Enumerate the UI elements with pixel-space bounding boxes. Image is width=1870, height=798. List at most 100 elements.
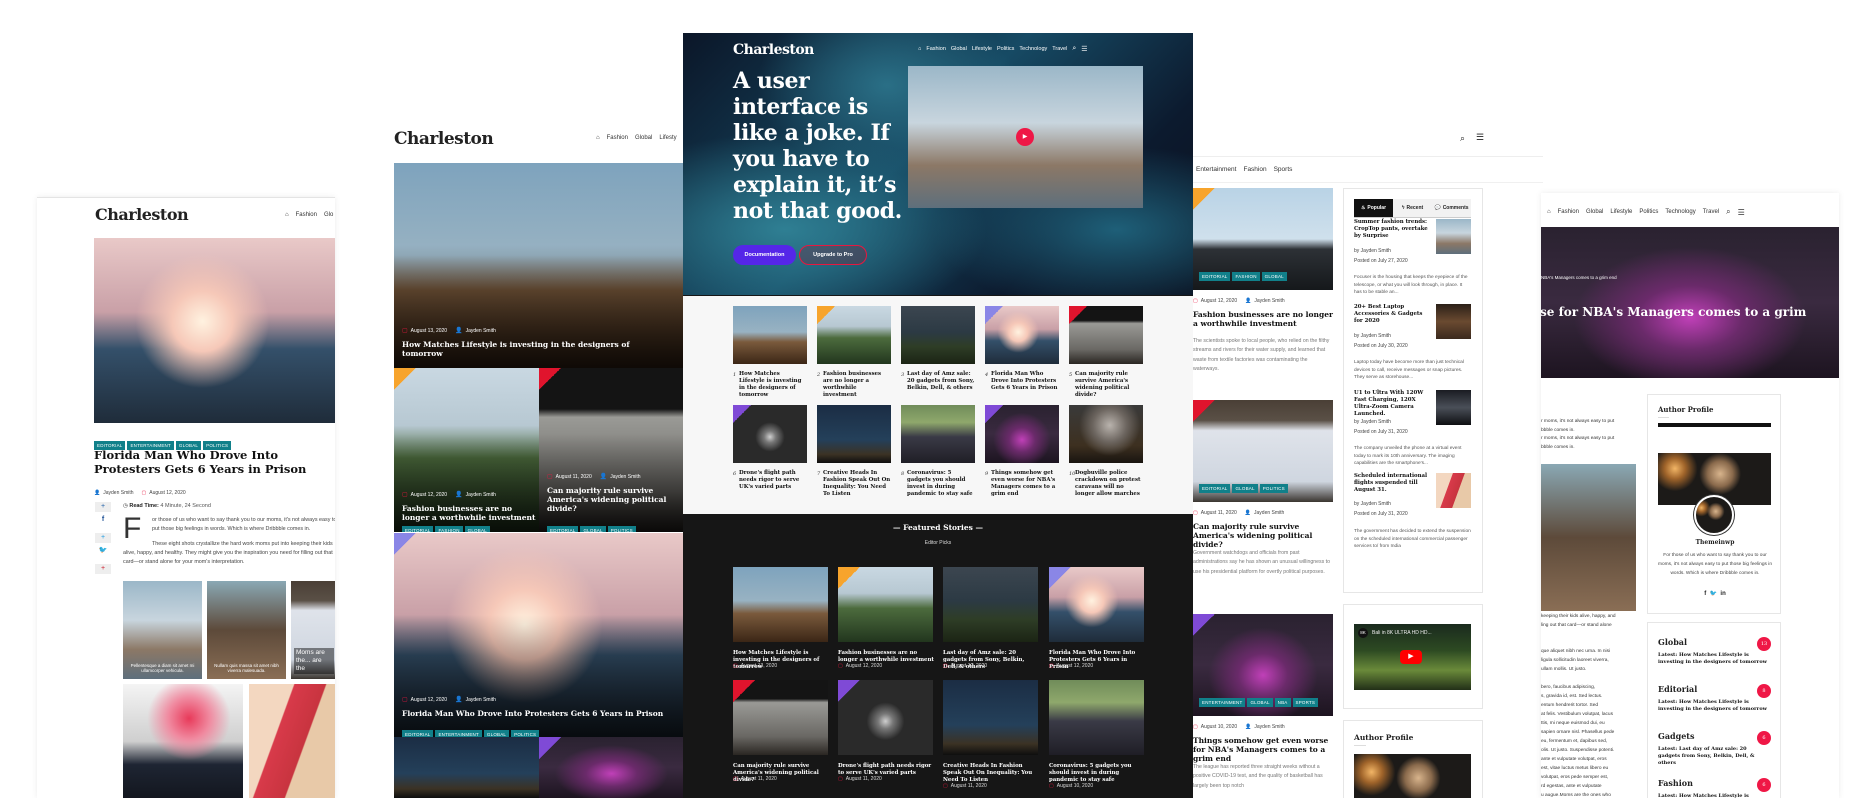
tag[interactable]: Global — [483, 730, 510, 737]
post-title[interactable]: Can majority rule survive America's wide… — [1193, 522, 1338, 549]
upgrade-to-pro-button[interactable]: Upgrade to Pro — [799, 245, 867, 265]
post-thumbnail[interactable] — [733, 405, 807, 463]
nav-item-lifestyle[interactable]: Lifestyle — [1610, 209, 1632, 215]
tag[interactable]: Politics — [1259, 484, 1288, 493]
tag[interactable]: Politics — [511, 730, 540, 737]
search-icon[interactable]: ⌕ — [1072, 45, 1076, 53]
home-icon[interactable]: ⌂ — [918, 46, 921, 52]
nav-item-politics[interactable]: Politics — [997, 46, 1014, 52]
share-count-button[interactable]: + — [95, 533, 111, 543]
nav-item-fashion[interactable]: Fashion — [926, 46, 946, 52]
featured-post-image[interactable] — [1049, 567, 1144, 642]
twitter-icon[interactable]: 🐦 — [1710, 591, 1717, 597]
featured-post-image[interactable] — [943, 680, 1038, 755]
tag[interactable]: Editorial — [547, 526, 579, 532]
gallery-image[interactable]: Moms are the... are the — [291, 581, 335, 679]
gallery-image[interactable]: Nullam quis massa sit amet nibh viverra … — [207, 581, 286, 679]
category-name[interactable]: Editorial — [1658, 684, 1697, 694]
post-image[interactable]: Editorial Global Politics — [1193, 400, 1333, 502]
nav-item-global[interactable]: Global — [1586, 209, 1603, 215]
post-thumbnail[interactable] — [985, 405, 1059, 463]
category-latest-post[interactable]: Latest: Last day of Amz sale: 20 gadgets… — [1658, 746, 1770, 767]
post-title[interactable]: Things somehow get even worse for NBA's … — [991, 470, 1059, 498]
video-player[interactable]: 8K Bali in 8K ULTRA HD HD... ▶ — [1354, 624, 1471, 690]
tag[interactable]: Entertainment — [1199, 698, 1246, 707]
featured-post-title[interactable]: Coronavirus: 5 gadgets you should invest… — [1049, 763, 1145, 784]
gallery-image[interactable] — [123, 684, 243, 798]
nav-item-fashion[interactable]: Fashion — [296, 212, 317, 218]
nav-item-sports[interactable]: Sports — [1274, 166, 1293, 173]
post-image[interactable]: Editorial Fashion Global — [1193, 188, 1333, 290]
facebook-icon[interactable]: f — [95, 515, 111, 525]
post-image[interactable]: Entertainment Global NBA Sports — [1193, 614, 1333, 716]
author[interactable]: 👤 Jayden Smith — [455, 491, 496, 498]
post-thumbnail[interactable] — [1069, 405, 1143, 463]
gallery-image[interactable]: Pellentesque a diam sit amet mi ullamcor… — [123, 581, 202, 679]
featured-post-image[interactable] — [838, 567, 933, 642]
post-title[interactable]: Fashion businesses are no longer a worth… — [1193, 310, 1338, 328]
site-logo[interactable]: Charleston — [394, 129, 494, 149]
hero-video-thumbnail[interactable]: ▶ — [908, 66, 1143, 208]
play-button[interactable]: ▶ — [1016, 128, 1034, 146]
post-thumbnail[interactable] — [985, 306, 1059, 364]
post-title[interactable]: Drone's flight path needs rigor to serve… — [739, 470, 807, 491]
post-title[interactable]: Can majority rule survive America's wide… — [547, 486, 667, 513]
post-title[interactable]: Things somehow get even worse for NBA's … — [1193, 736, 1338, 763]
author[interactable]: 👤 Jayden Smith — [1245, 510, 1285, 516]
tag[interactable]: Fashion — [435, 526, 463, 532]
nav-item-lifestyle[interactable]: Lifesty — [659, 135, 676, 141]
sidebar-post-thumbnail[interactable] — [1436, 304, 1471, 339]
nav-item-fashion[interactable]: Fashion — [607, 135, 628, 141]
tag[interactable]: Editorial — [402, 730, 434, 737]
author-name[interactable]: Themeinwp — [1648, 539, 1782, 546]
tab-comments[interactable]: 💬 Comments — [1432, 199, 1471, 217]
author[interactable]: 👤 Jayden Smith — [455, 696, 496, 703]
hamburger-menu-icon[interactable]: ☰ — [1081, 45, 1087, 53]
post-title[interactable]: Can majority rule survive America's wide… — [1075, 371, 1143, 399]
author[interactable]: 👤 Jayden Smith — [1245, 298, 1285, 304]
tag[interactable]: Entertainment — [435, 730, 482, 737]
nav-item-technology[interactable]: Technology — [1665, 209, 1695, 215]
post-thumbnail[interactable] — [817, 405, 891, 463]
tag[interactable]: Global — [1247, 698, 1273, 707]
category-latest-post[interactable]: Latest: How Matches Lifestyle is investi… — [1658, 699, 1770, 713]
post-title[interactable]: Creative Heads In Fashion Speak Out On I… — [823, 470, 891, 498]
featured-post-title[interactable]: Fashion businesses are no longer a worth… — [838, 650, 934, 664]
featured-post-image[interactable] — [733, 680, 828, 755]
sidebar-post-title[interactable]: 20+ Best Laptop Accessories & Gadgets fo… — [1354, 304, 1432, 325]
mosaic-post-card[interactable] — [539, 737, 684, 798]
pinterest-share-button[interactable]: + — [95, 564, 111, 574]
nav-item-travel[interactable]: Travel — [1703, 209, 1719, 215]
post-title[interactable]: How Matches Lifestyle is investing in th… — [739, 371, 807, 399]
featured-post-title[interactable]: Creative Heads In Fashion Speak Out On I… — [943, 763, 1039, 784]
featured-post-image[interactable] — [943, 567, 1038, 642]
home-icon[interactable]: ⌂ — [1547, 209, 1551, 215]
category-latest-post[interactable]: Latest: How Matches Lifestyle is — [1658, 793, 1770, 798]
facebook-icon[interactable]: f — [1704, 591, 1706, 597]
nav-item-travel[interactable]: Travel — [1052, 46, 1067, 52]
sidebar-post-title[interactable]: Scheduled international flights suspende… — [1354, 473, 1432, 494]
tag[interactable]: Fashion — [1232, 272, 1260, 281]
tag[interactable]: NBA — [1274, 698, 1291, 707]
search-icon[interactable]: ⌕ — [1726, 207, 1730, 217]
tag[interactable]: Editorial — [1199, 484, 1231, 493]
tag[interactable]: Editorial — [402, 526, 434, 532]
twitter-icon[interactable]: 🐦 — [95, 546, 111, 556]
tag[interactable]: Global — [464, 526, 490, 532]
sidebar-post-title[interactable]: Summer fashion trends: CropTop pants, ov… — [1354, 219, 1432, 240]
sidebar-post-title[interactable]: U1 to Ultra With 120W Fast Charging, 120… — [1354, 390, 1432, 418]
nav-item-global[interactable]: Glo — [324, 212, 333, 218]
home-icon[interactable]: ⌂ — [285, 212, 289, 218]
tab-popular[interactable]: ♨ Popular — [1354, 199, 1393, 217]
post-thumbnail[interactable] — [733, 306, 807, 364]
author[interactable]: 👤 Jayden Smith — [600, 473, 641, 480]
tag[interactable]: Editorial — [1199, 272, 1231, 281]
post-title[interactable]: Coronavirus: 5 gadgets you should invest… — [907, 470, 975, 498]
share-count-button[interactable]: + — [95, 502, 111, 512]
post-thumbnail[interactable] — [901, 405, 975, 463]
post-thumbnail[interactable] — [901, 306, 975, 364]
nav-item-fashion[interactable]: Fashion — [1558, 209, 1579, 215]
post-title[interactable]: Dogbuville police crackdown on protest c… — [1075, 470, 1143, 498]
category-name[interactable]: Gadgets — [1658, 731, 1695, 741]
featured-post-image[interactable] — [1049, 680, 1144, 755]
